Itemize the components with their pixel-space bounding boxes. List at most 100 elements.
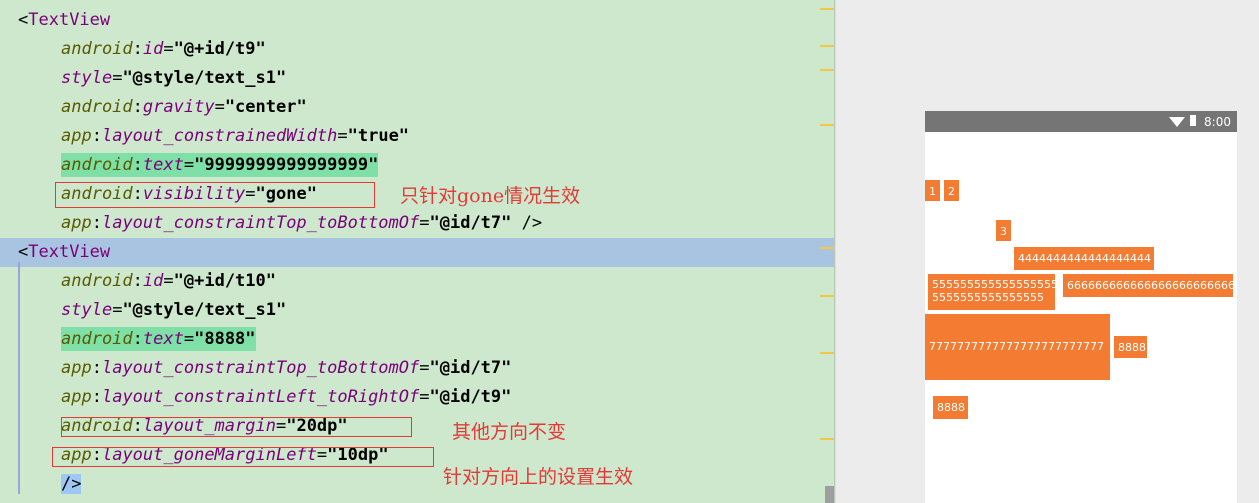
attr-namespace: app	[61, 387, 92, 407]
attr-name: style	[61, 68, 113, 88]
attr-name: id	[142, 271, 164, 291]
attr-name: layout_constraintLeft_toRightOf	[101, 387, 420, 407]
textview-5: 555555555555555555 5555555555555555	[928, 274, 1055, 310]
code-line-textview-open-1[interactable]: <TextView	[0, 6, 835, 35]
attr-namespace: android	[61, 155, 133, 175]
code-line-attr[interactable]: style="@style/text_s1"	[0, 64, 835, 93]
equals: =	[183, 329, 195, 349]
code-line-attr[interactable]: style="@style/text_s1"	[0, 296, 835, 325]
textview-6: 6666666666666666666666666	[1063, 274, 1233, 297]
attr-namespace: app	[61, 213, 92, 233]
code-line-attr[interactable]: android:id="@+id/t10"	[0, 267, 835, 296]
gutter-mark[interactable]	[820, 8, 834, 10]
gutter-mark[interactable]	[820, 45, 834, 47]
attr-value: "8888"	[194, 329, 256, 349]
attr-value: "9999999999999999"	[194, 155, 379, 175]
textview-4: 4444444444444444444	[1014, 247, 1154, 270]
code-line-textview-open-2[interactable]: <TextView	[0, 238, 835, 267]
attr-namespace: android	[61, 97, 133, 117]
equals: =	[419, 358, 430, 378]
status-time: 8:00	[1204, 115, 1231, 129]
attr-name: id	[142, 39, 164, 59]
text-attr-highlight: android:text="9999999999999999"	[61, 153, 379, 177]
attr-namespace: android	[61, 271, 133, 291]
equals: =	[183, 155, 195, 175]
gutter-mark[interactable]	[820, 295, 834, 297]
attr-value: "@+id/t10"	[173, 271, 276, 291]
attr-value: "@style/text_s1"	[122, 68, 287, 88]
annotation-box-gone-margin	[52, 447, 434, 467]
colon: :	[132, 155, 143, 175]
equals: =	[112, 300, 123, 320]
gutter-divider	[834, 0, 835, 503]
code-line-attr[interactable]: android:gravity="center"	[0, 93, 835, 122]
text-attr-highlight: android:text="8888"	[61, 327, 256, 351]
status-bar: 8:00	[925, 111, 1237, 132]
attr-value: "@+id/t9"	[173, 39, 266, 59]
equals: =	[337, 126, 348, 146]
textview-2: 2	[944, 180, 959, 201]
colon: :	[132, 271, 143, 291]
code-line-attr[interactable]: app:layout_constrainedWidth="true"	[0, 122, 835, 151]
attr-value: "true"	[347, 126, 410, 146]
attr-name: layout_constraintTop_toBottomOf	[101, 213, 420, 233]
gutter-mark[interactable]	[820, 352, 834, 354]
colon: :	[132, 329, 143, 349]
colon: :	[132, 97, 143, 117]
equals: =	[419, 213, 430, 233]
equals: =	[163, 39, 174, 59]
attr-name: layout_constraintTop_toBottomOf	[101, 358, 420, 378]
tag-bracket: <	[18, 10, 29, 30]
annotation-note-gone-margin: 针对方向上的设置生效	[443, 466, 634, 488]
equals: =	[163, 271, 174, 291]
code-line-attr-text[interactable]: android:text="9999999999999999"	[0, 151, 835, 180]
attr-name: style	[61, 300, 113, 320]
tag-close: />	[511, 213, 543, 233]
attr-namespace: app	[61, 358, 92, 378]
gutter-mark[interactable]	[820, 69, 834, 71]
annotation-note-margin: 其他方向不变	[452, 421, 567, 443]
fold-guide	[18, 262, 20, 494]
code-line-attr[interactable]: android:id="@+id/t9"	[0, 35, 835, 64]
code-line-self-close[interactable]: />	[0, 470, 835, 499]
code-line-attr[interactable]: app:layout_constraintTop_toBottomOf="@id…	[0, 209, 835, 238]
attr-namespace: android	[61, 39, 133, 59]
attr-value: "@id/t7"	[429, 358, 512, 378]
attr-value: "@id/t9"	[429, 387, 512, 407]
textview-1: 1	[925, 180, 940, 201]
attr-name: text	[142, 155, 184, 175]
textview-3: 3	[996, 220, 1011, 241]
colon: :	[91, 126, 102, 146]
editor-scrollbar[interactable]	[825, 486, 834, 503]
textview-8-bottom: 8888	[933, 396, 968, 419]
equals: =	[419, 387, 430, 407]
layout-preview-panel: 8:00 1 2 3 4444444444444444444 555555555…	[836, 0, 1259, 503]
code-line-attr[interactable]: app:layout_constraintLeft_toRightOf="@id…	[0, 383, 835, 412]
attr-namespace: app	[61, 126, 92, 146]
tag-bracket: <	[18, 242, 29, 262]
textview-8-top: 8888	[1114, 336, 1147, 358]
colon: :	[91, 358, 102, 378]
code-editor[interactable]: <TextView android:id="@+id/t9" style="@s…	[0, 0, 835, 503]
annotation-box-margin	[61, 417, 412, 437]
gutter-mark[interactable]	[820, 438, 834, 440]
gutter-mark[interactable]	[820, 124, 834, 126]
attr-value: "@style/text_s1"	[122, 300, 287, 320]
attr-name: gravity	[142, 97, 215, 117]
code-line-attr[interactable]: app:layout_constraintTop_toBottomOf="@id…	[0, 354, 835, 383]
attr-namespace: android	[61, 329, 133, 349]
attr-value: "@id/t7"	[429, 213, 512, 233]
textview-5-line-2: 5555555555555555	[932, 291, 1044, 304]
device-screen: 8:00 1 2 3 4444444444444444444 555555555…	[925, 111, 1237, 503]
annotation-box-visibility	[55, 182, 375, 208]
self-close-tag: />	[61, 474, 82, 494]
colon: :	[91, 213, 102, 233]
battery-icon	[1190, 115, 1196, 126]
annotation-note-gone: 只针对gone情况生效	[400, 185, 581, 207]
colon: :	[132, 39, 143, 59]
tag-name: TextView	[28, 10, 111, 30]
code-line-attr-text[interactable]: android:text="8888"	[0, 325, 835, 354]
attr-name: text	[142, 329, 184, 349]
gutter-mark[interactable]	[820, 247, 834, 249]
tag-name: TextView	[28, 242, 111, 262]
